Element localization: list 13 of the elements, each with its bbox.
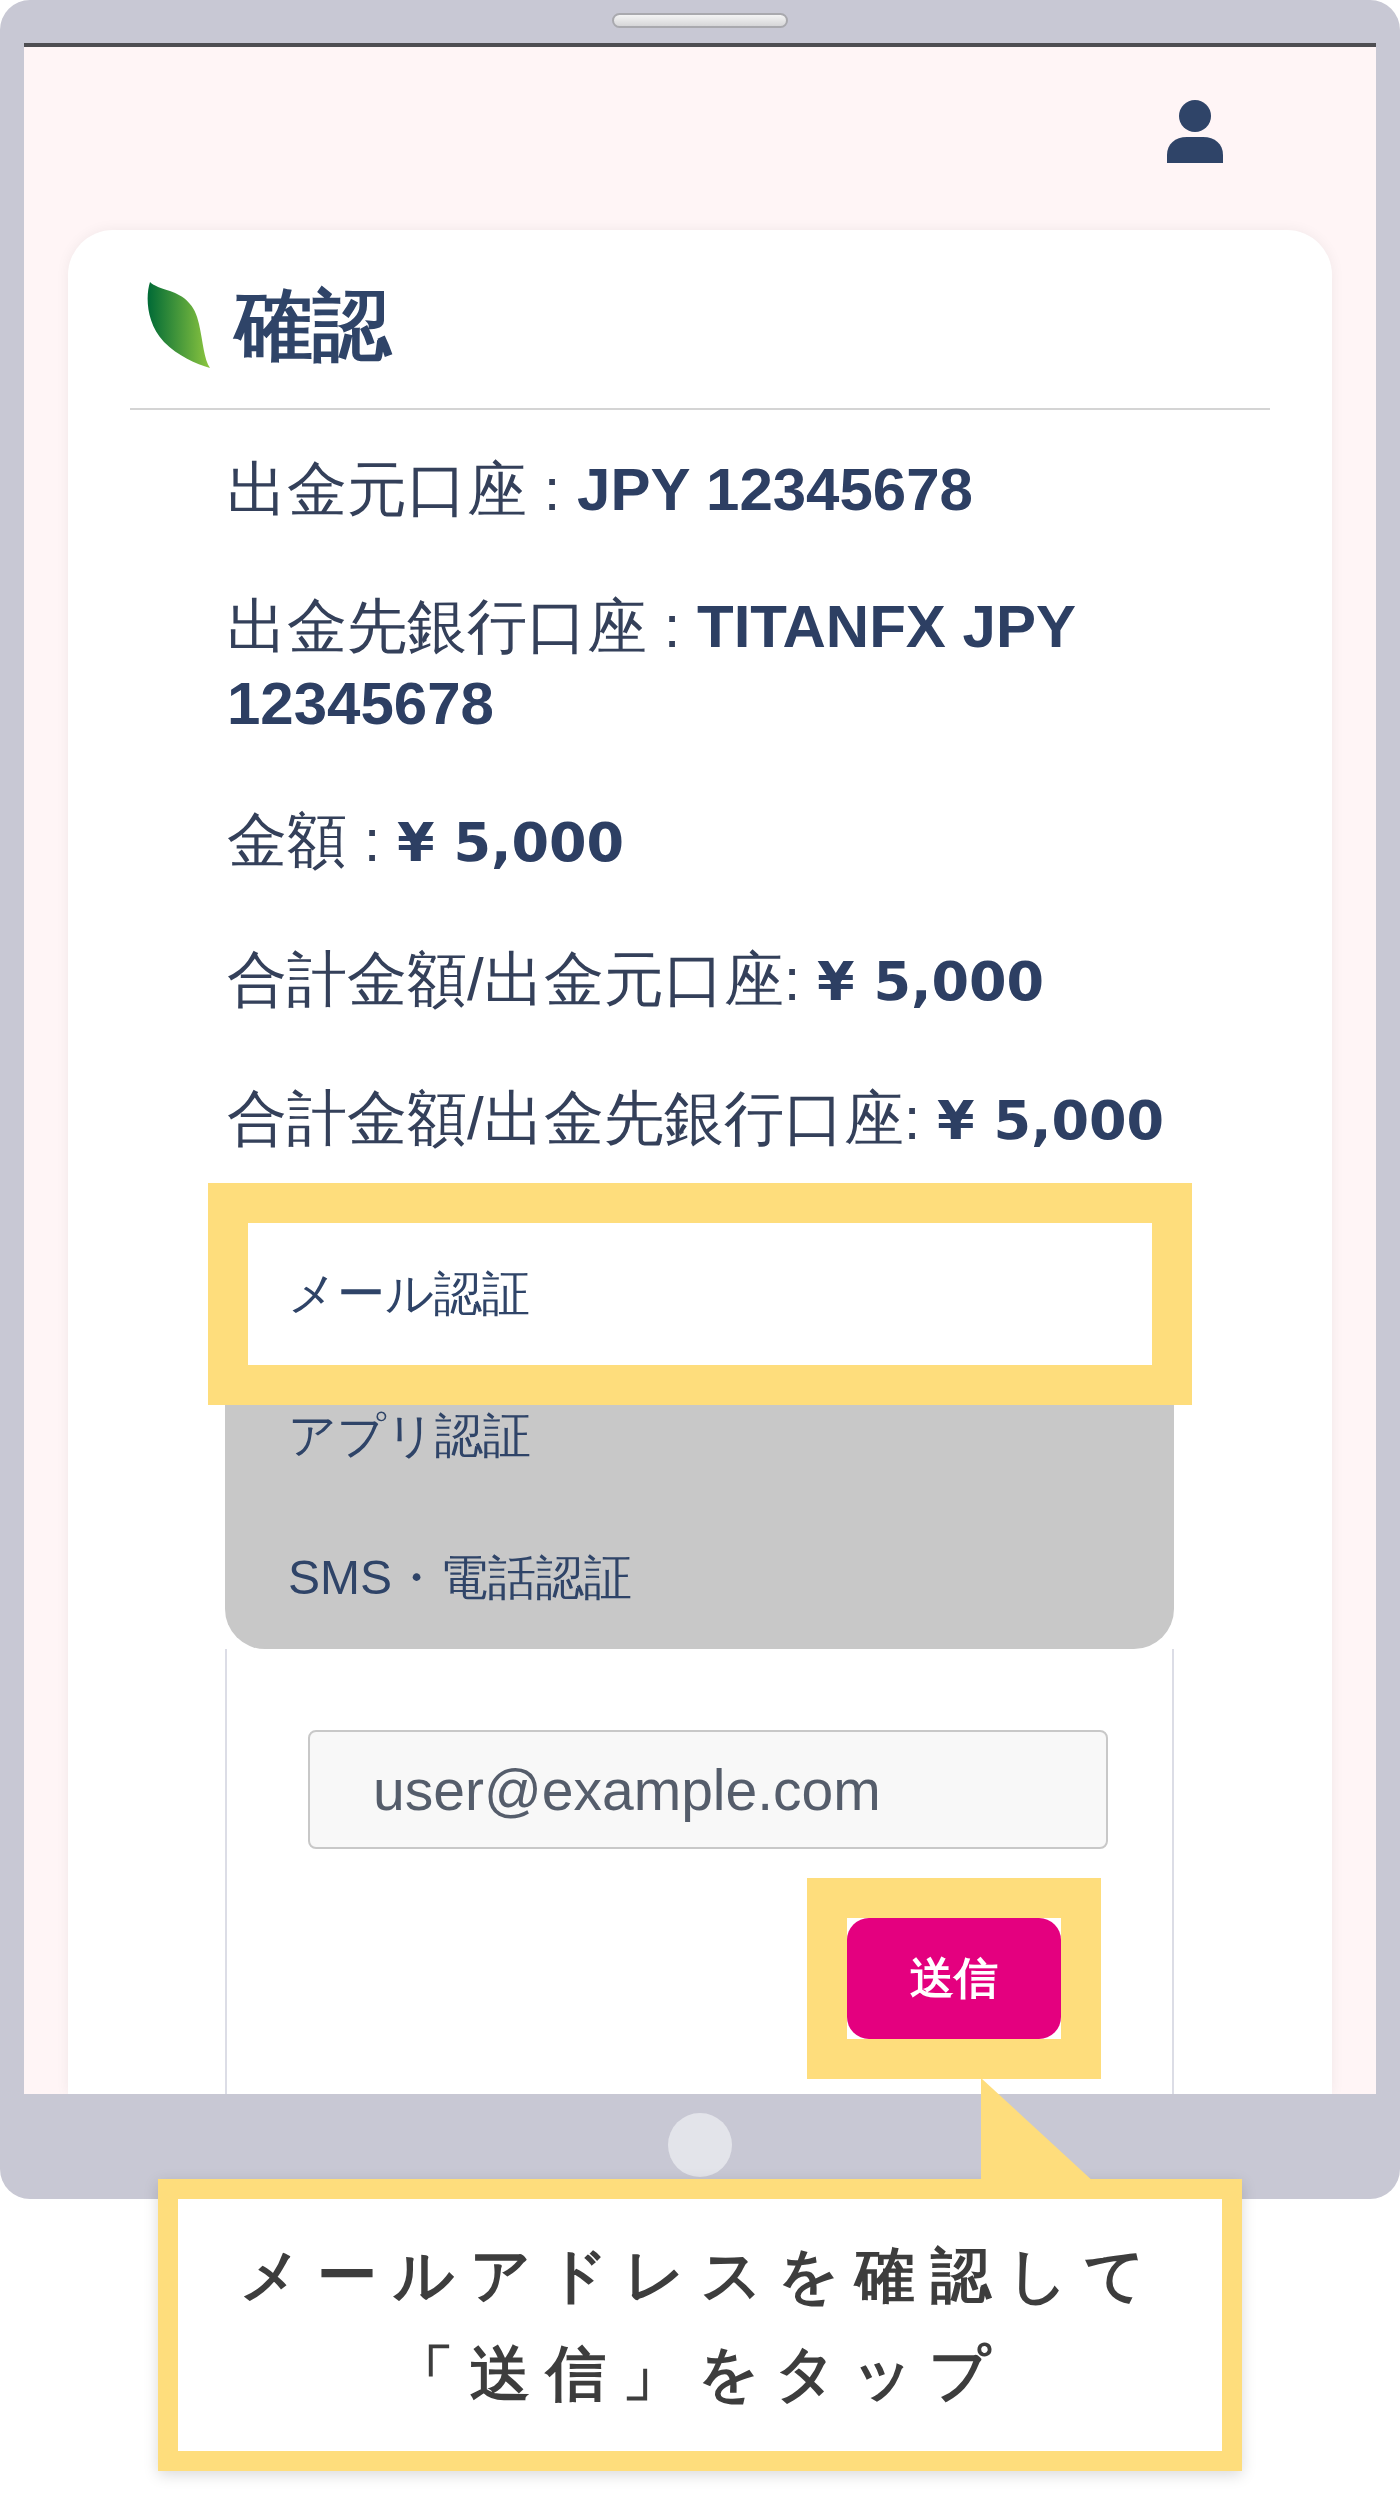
detail-line: 出金元口座 : JPY 12345678 bbox=[227, 455, 974, 525]
leaf-icon bbox=[146, 282, 210, 368]
detail-line: 合計金額/出金元口座: ¥ 5,000 bbox=[227, 945, 1046, 1015]
menu-item[interactable]: アプリ認証 bbox=[225, 1365, 1174, 1507]
page-title: 確認 bbox=[235, 286, 391, 364]
detail-line: 金額 : ¥ 5,000 bbox=[227, 806, 626, 876]
detail-line: 出金先銀行口座 : TITANFX JPY 12345678 bbox=[227, 592, 1076, 739]
user-icon[interactable] bbox=[1167, 100, 1223, 163]
send-button[interactable]: 送信 bbox=[847, 1918, 1061, 2039]
email-field[interactable]: user@example.com bbox=[308, 1730, 1108, 1849]
detail-line: 合計金額/出金先銀行口座: ¥ 5,000 bbox=[227, 1084, 1166, 1154]
callout-text: メールアドレスを確認して 「送信」をタップ bbox=[239, 2241, 1161, 2409]
menu-item[interactable]: SMS・電話認証 bbox=[225, 1507, 1174, 1649]
